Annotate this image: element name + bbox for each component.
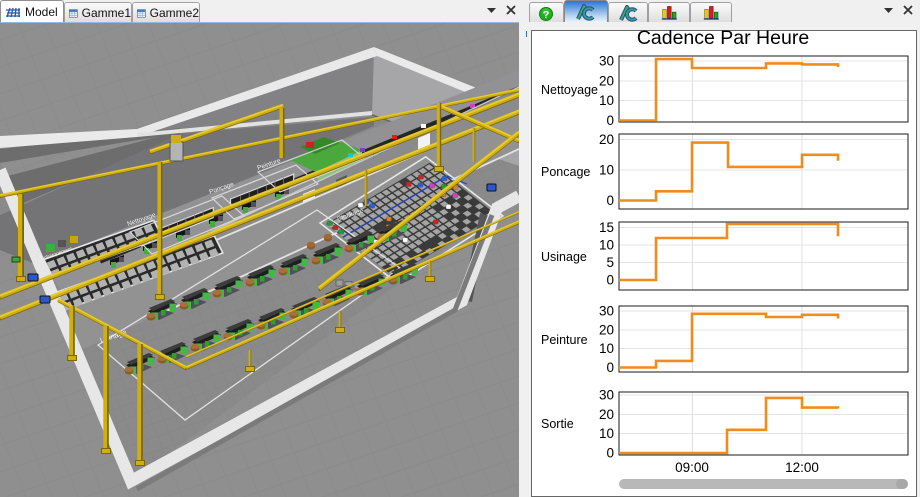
svg-text:0: 0 <box>606 446 614 461</box>
svg-text:10: 10 <box>599 93 614 108</box>
svg-text:Nettoyage: Nettoyage <box>541 83 598 97</box>
svg-text:20: 20 <box>599 73 614 88</box>
svg-text:Peinture: Peinture <box>541 333 588 347</box>
svg-text:0: 0 <box>606 273 614 288</box>
svg-text:12:00: 12:00 <box>785 460 819 475</box>
svg-text:20: 20 <box>599 132 614 147</box>
svg-text:20: 20 <box>599 322 614 337</box>
svg-text:09:00: 09:00 <box>675 460 709 475</box>
svg-text:0: 0 <box>606 360 614 375</box>
svg-text:5: 5 <box>606 255 614 270</box>
svg-text:30: 30 <box>599 388 614 403</box>
svg-text:20: 20 <box>599 407 614 422</box>
svg-text:10: 10 <box>599 341 614 356</box>
svg-text:Cadence Par Heure: Cadence Par Heure <box>637 27 809 49</box>
svg-text:10: 10 <box>599 238 614 253</box>
svg-text:15: 15 <box>599 220 614 235</box>
svg-text:10: 10 <box>599 426 614 441</box>
svg-text:Poncage: Poncage <box>541 165 590 179</box>
svg-text:30: 30 <box>599 304 614 319</box>
svg-text:30: 30 <box>599 54 614 69</box>
svg-text:0: 0 <box>606 193 614 208</box>
svg-text:Sortie: Sortie <box>541 417 574 431</box>
svg-text:Usinage: Usinage <box>541 250 587 264</box>
svg-text:0: 0 <box>606 113 614 128</box>
svg-text:10: 10 <box>599 163 614 178</box>
